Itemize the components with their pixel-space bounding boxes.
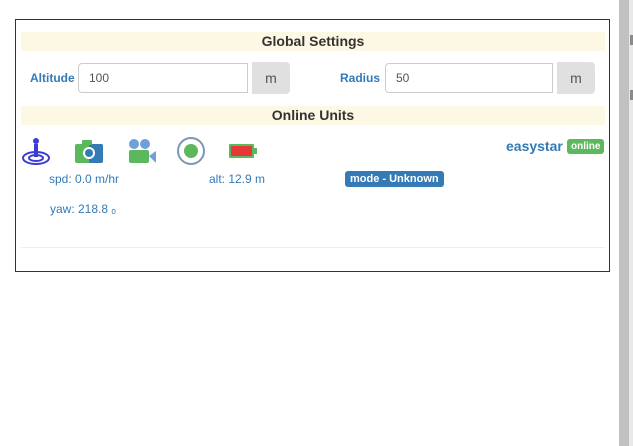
altitude-label: Altitude <box>30 71 75 85</box>
record-icon[interactable] <box>176 136 206 166</box>
video-camera-icon[interactable] <box>127 136 157 166</box>
radius-input[interactable] <box>385 63 553 93</box>
online-units-header: Online Units <box>21 106 605 125</box>
radius-label: Radius <box>340 71 381 85</box>
location-pin-icon[interactable] <box>21 136 51 166</box>
divider <box>21 247 605 248</box>
unit-name[interactable]: easystar <box>506 138 563 154</box>
battery-icon[interactable] <box>228 136 258 166</box>
global-settings-header: Global Settings <box>21 32 605 51</box>
altitude-readout: alt: 12.9 m <box>209 172 266 186</box>
altitude-unit-addon: m <box>252 62 290 94</box>
scrollbar-edge <box>629 0 633 446</box>
altitude-input[interactable] <box>78 63 248 93</box>
settings-panel: Global Settings Altitude m Radius m Onli… <box>15 19 610 272</box>
mode-badge: mode - Unknown <box>345 171 444 187</box>
radius-unit-addon: m <box>557 62 595 94</box>
camera-icon[interactable] <box>74 136 104 166</box>
yaw-readout: yaw: 218.8 ₒ <box>50 202 116 216</box>
speed-readout: spd: 0.0 m/hr <box>49 172 120 186</box>
status-badge: online <box>567 139 605 154</box>
